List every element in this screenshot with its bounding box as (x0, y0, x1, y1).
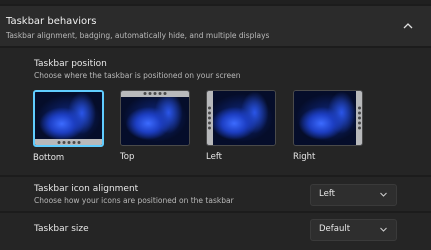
taskbar-icons-preview (57, 141, 80, 144)
position-label-bottom: Bottom (33, 153, 65, 163)
position-label-right: Right (293, 152, 316, 162)
taskbar-size-row: Taskbar size Default (0, 213, 431, 250)
alignment-title: Taskbar icon alignment (34, 184, 139, 194)
chevron-up-icon[interactable] (403, 22, 413, 30)
section-subtitle: Taskbar alignment, badging, automaticall… (6, 31, 270, 40)
position-thumbnail-bottom[interactable] (33, 90, 104, 147)
taskbar-position-panel: Taskbar position Choose where the taskba… (0, 48, 431, 175)
position-option-top[interactable]: Top (120, 90, 192, 162)
size-dropdown[interactable]: Default (310, 219, 397, 241)
size-value: Default (319, 224, 351, 234)
wallpaper-image (207, 91, 275, 145)
icon-alignment-row: Taskbar icon alignment Choose how your i… (0, 177, 431, 211)
window-top-strip (0, 0, 431, 4)
taskbar-icons-preview (208, 106, 211, 130)
position-title: Taskbar position (34, 59, 107, 69)
position-label-left: Left (206, 152, 222, 162)
chevron-down-icon (380, 227, 387, 232)
size-title: Taskbar size (34, 224, 89, 234)
position-thumbnail-top[interactable] (120, 90, 190, 146)
wallpaper-image (121, 91, 189, 145)
alignment-dropdown[interactable]: Left (310, 184, 397, 206)
position-thumbnail-left[interactable] (206, 90, 276, 146)
position-label-top: Top (120, 152, 135, 162)
position-subtitle: Choose where the taskbar is positioned o… (34, 71, 241, 80)
taskbar-icons-preview (143, 92, 167, 95)
taskbar-behaviors-header[interactable]: Taskbar behaviors Taskbar alignment, bad… (0, 6, 431, 46)
alignment-value: Left (319, 189, 335, 199)
position-thumbnail-right[interactable] (293, 90, 363, 146)
wallpaper-image (35, 92, 102, 145)
section-title: Taskbar behaviors (6, 16, 97, 27)
position-option-right[interactable]: Right (293, 90, 365, 162)
position-option-bottom[interactable]: Bottom (33, 90, 105, 163)
chevron-down-icon (380, 192, 387, 197)
wallpaper-image (294, 91, 362, 145)
alignment-subtitle: Choose how your icons are positioned on … (34, 196, 234, 205)
taskbar-icons-preview (358, 106, 361, 130)
position-option-left[interactable]: Left (206, 90, 278, 162)
